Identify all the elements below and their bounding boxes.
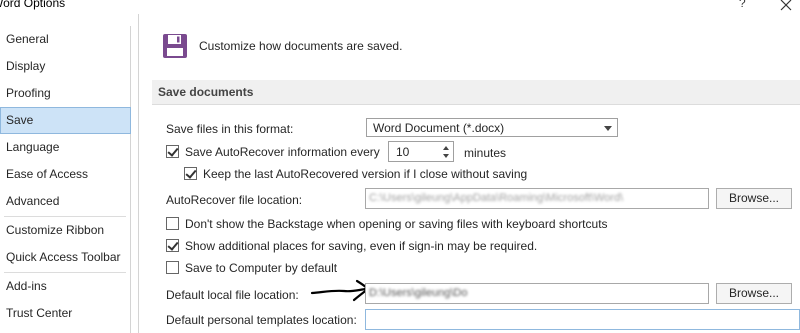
title-bar: Word Options ? — [0, 0, 800, 14]
sidebar-item-quick-access-toolbar[interactable]: Quick Access Toolbar — [0, 244, 131, 271]
autorecover-label: Save AutoRecover information every — [185, 145, 380, 159]
default-local-location-input[interactable]: D:\Users\gileung\Do — [365, 283, 709, 304]
default-local-browse-button[interactable]: Browse... — [716, 283, 792, 304]
floppy-disk-icon — [162, 33, 188, 59]
keep-last-label: Keep the last AutoRecovered version if I… — [203, 167, 528, 181]
autorecover-checkbox[interactable] — [166, 145, 179, 158]
autorecover-minutes-stepper[interactable]: 10 — [388, 141, 454, 162]
sidebar-item-customize-ribbon[interactable]: Customize Ribbon — [0, 217, 131, 244]
close-icon[interactable] — [779, 0, 793, 12]
window-title: Word Options — [0, 0, 66, 10]
default-templates-location-label: Default personal templates location: — [166, 313, 357, 327]
section-title: Save documents — [158, 85, 254, 99]
autorecover-location-value: C:\Users\gileung\AppData\Roaming\Microso… — [369, 192, 624, 204]
save-to-computer-label: Save to Computer by default — [185, 261, 338, 275]
sidebar: General Display Proofing Save Language E… — [0, 26, 131, 333]
default-local-location-label: Default local file location: — [166, 288, 299, 302]
default-local-location-value: D:\Users\gileung\Do — [369, 287, 468, 299]
keep-last-checkbox[interactable] — [184, 167, 197, 180]
sidebar-item-add-ins[interactable]: Add-ins — [0, 273, 131, 300]
sidebar-item-advanced[interactable]: Advanced — [0, 188, 131, 215]
spin-up-icon[interactable] — [443, 146, 449, 150]
section-header: Save documents — [152, 80, 800, 105]
save-format-dropdown[interactable]: Word Document (*.docx) — [366, 118, 618, 137]
show-additional-places-checkbox[interactable] — [166, 239, 179, 252]
spin-down-icon[interactable] — [443, 154, 449, 158]
page-header-text: Customize how documents are saved. — [199, 39, 403, 53]
sidebar-item-display[interactable]: Display — [0, 53, 131, 80]
help-button[interactable]: ? — [739, 0, 746, 10]
save-format-value: Word Document (*.docx) — [373, 121, 505, 135]
autorecover-location-label: AutoRecover file location: — [166, 193, 303, 207]
dont-show-backstage-label: Don't show the Backstage when opening or… — [185, 217, 608, 231]
sidebar-item-ease-of-access[interactable]: Ease of Access — [0, 161, 131, 188]
save-to-computer-checkbox[interactable] — [166, 261, 179, 274]
arrow-annotation-icon — [310, 278, 372, 302]
sidebar-item-trust-center[interactable]: Trust Center — [0, 300, 131, 327]
autorecover-minutes-value: 10 — [396, 145, 410, 159]
show-additional-places-label: Show additional places for saving, even … — [185, 239, 538, 253]
sidebar-item-proofing[interactable]: Proofing — [0, 80, 131, 107]
dont-show-backstage-checkbox[interactable] — [166, 217, 179, 230]
sidebar-item-language[interactable]: Language — [0, 134, 131, 161]
save-format-label: Save files in this format: — [166, 122, 294, 136]
default-templates-location-input[interactable] — [365, 309, 800, 330]
sidebar-item-general[interactable]: General — [0, 26, 131, 53]
minutes-label: minutes — [464, 146, 507, 160]
autorecover-browse-button[interactable]: Browse... — [716, 188, 792, 209]
autorecover-location-input[interactable]: C:\Users\gileung\AppData\Roaming\Microso… — [365, 188, 709, 209]
chevron-down-icon — [604, 126, 612, 131]
sidebar-item-save[interactable]: Save — [0, 107, 131, 134]
